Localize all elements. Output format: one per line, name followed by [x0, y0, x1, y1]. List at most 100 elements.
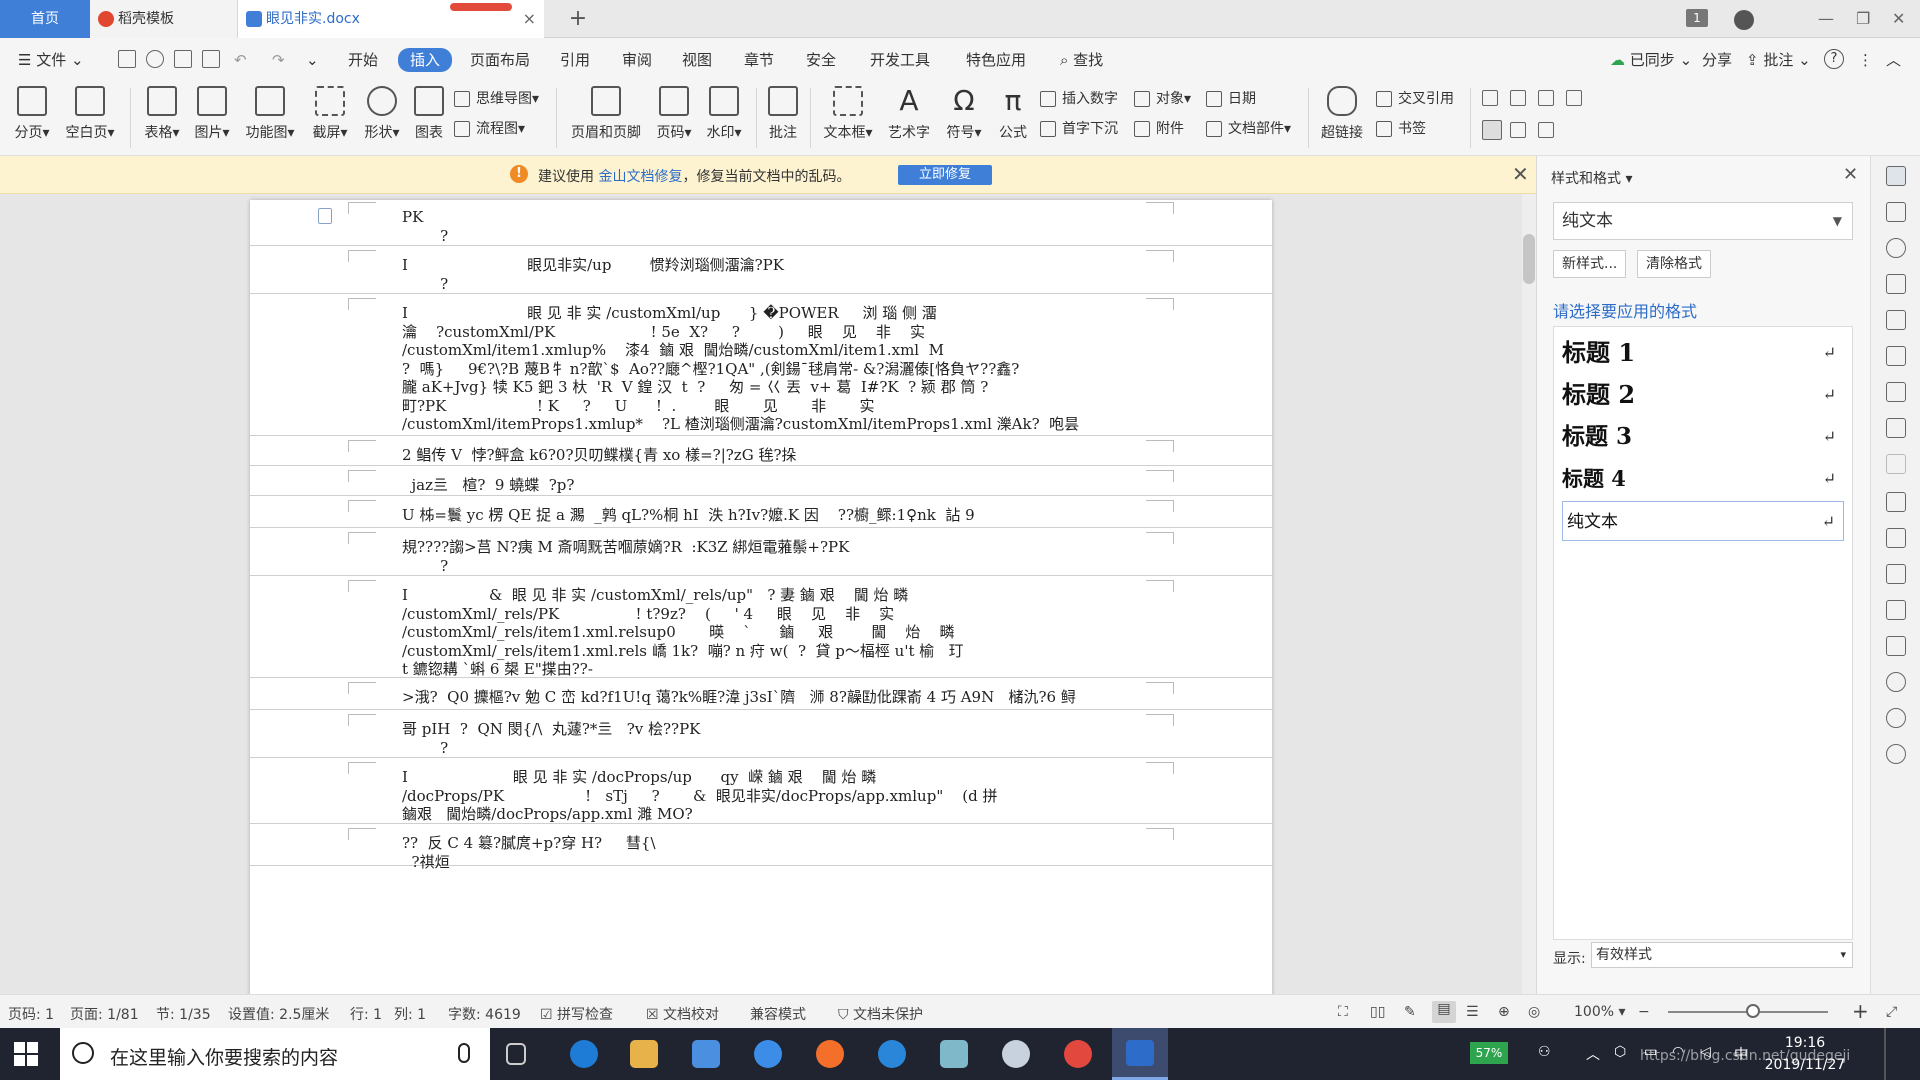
new-tab-button[interactable]: + [560, 0, 596, 38]
gallery-icon-6[interactable] [1510, 122, 1526, 138]
picture-button[interactable]: 图片▾ [192, 86, 232, 142]
zoom-out-button[interactable]: − [1638, 1004, 1650, 1020]
help-circle-icon[interactable] [1886, 744, 1906, 764]
flowchart-button[interactable]: 流程图▾ [454, 118, 525, 140]
protect-button[interactable]: ⛉ 文档未保护 [838, 1004, 923, 1024]
status-row[interactable]: 行: 1 [350, 1004, 382, 1024]
new-style-button[interactable]: 新样式... [1553, 250, 1627, 278]
date-button[interactable]: 日期 [1206, 88, 1256, 110]
format-painter-icon[interactable] [146, 50, 164, 68]
formula-button[interactable]: π 公式 [996, 86, 1030, 142]
show-desktop-button[interactable] [1884, 1028, 1886, 1080]
vertical-scrollbar[interactable] [1522, 194, 1536, 994]
taskbar-search-box[interactable]: 在这里输入你要搜索的内容 [60, 1028, 490, 1080]
text-block[interactable]: U 柹=鬟 yc 楞 QE 捉 a 瀃 _鹑 qL?%桐 hI 泆 h?Iv?嬤… [250, 498, 1272, 528]
fill-icon[interactable] [1886, 310, 1906, 330]
restore-icon[interactable]: ❐ [1856, 0, 1870, 38]
dropcap-button[interactable]: 首字下沉 [1040, 118, 1118, 140]
history-icon[interactable] [1886, 708, 1906, 728]
text-block[interactable]: I 眼见非实/up 惯羚浏瑙侧澑瀹?PK ? [250, 248, 1272, 294]
chrome-icon[interactable] [1064, 1040, 1092, 1068]
select-cursor-icon[interactable] [1886, 202, 1906, 222]
cross-ref-button[interactable]: 交叉引用 [1376, 88, 1454, 110]
menu-security[interactable]: 安全 [806, 49, 836, 71]
export-icon[interactable] [1886, 528, 1906, 548]
print-icon[interactable] [174, 50, 192, 68]
menu-review[interactable]: 审阅 [622, 49, 652, 71]
kdocs-repair-link[interactable]: 金山文档修复 [598, 169, 682, 185]
close-panel-icon[interactable]: ✕ [1843, 164, 1858, 185]
table-button[interactable]: 表格▾ [142, 86, 182, 142]
page-view-icon[interactable]: ▤ [1432, 1001, 1456, 1023]
text-block[interactable]: I 眼 见 非 实 /docProps/up qy 嵘 鏀 艰 閫 炲 疄/do… [250, 760, 1272, 824]
text-block[interactable]: I & 眼 见 非 实 /customXml/_rels/up" ? 妻 鏀 艰… [250, 578, 1272, 678]
find-button[interactable]: ⌕ 查找 [1060, 49, 1103, 71]
panel-title[interactable]: 样式和格式 ▾ [1551, 168, 1632, 188]
text-block[interactable]: ?? 反 C 4 簒?膩庹+p?穿 H? 彗{\ ?祺烜 [250, 826, 1272, 871]
avatar-app-icon[interactable] [1002, 1040, 1030, 1068]
windows-start-icon[interactable] [14, 1042, 38, 1066]
file-menu[interactable]: ☰ 文件 ⌄ [18, 49, 84, 71]
menu-view[interactable]: 视图 [682, 49, 712, 71]
window-count-badge[interactable]: 1 [1686, 9, 1708, 27]
menu-start[interactable]: 开始 [348, 49, 378, 71]
page-number-button[interactable]: 页码▾ [654, 86, 694, 142]
status-col[interactable]: 列: 1 [394, 1004, 426, 1024]
function-chart-button[interactable]: 功能图▾ [244, 86, 296, 142]
apps-icon[interactable] [1886, 382, 1906, 402]
edit-mode-icon[interactable]: ✎ [1404, 1004, 1416, 1020]
edge-icon[interactable] [570, 1040, 598, 1068]
status-page-number[interactable]: 页码: 1 [8, 1004, 54, 1024]
current-style-select[interactable]: 纯文本 ▼ [1553, 202, 1853, 240]
gallery-icon-3[interactable] [1538, 90, 1554, 106]
minimize-icon[interactable]: — [1818, 0, 1834, 38]
scrollbar-thumb[interactable] [1523, 234, 1535, 284]
object-button[interactable]: 对象▾ [1134, 88, 1191, 110]
header-footer-button[interactable]: 页眉和页脚 [566, 86, 646, 142]
tray-chevron-icon[interactable]: ︿ [1586, 1044, 1600, 1064]
undo-icon[interactable]: ↶ [234, 49, 247, 71]
gallery-icon-2[interactable] [1510, 90, 1526, 106]
style-pen-icon[interactable] [1886, 166, 1906, 186]
menu-insert[interactable]: 插入 [398, 48, 453, 72]
menu-chapter[interactable]: 章节 [744, 49, 774, 71]
proofread-button[interactable]: ☒ 文档校对 [646, 1004, 719, 1024]
fullscreen-icon[interactable]: ⛶ [1338, 1004, 1348, 1020]
more-icon[interactable]: ⋮ [1858, 49, 1873, 71]
hyperlink-button[interactable]: 超链接 [1318, 86, 1366, 142]
text-block[interactable]: PK ? [250, 200, 1272, 246]
clock-app-icon[interactable] [754, 1040, 782, 1068]
microphone-icon[interactable] [458, 1043, 470, 1063]
firefox-icon[interactable] [816, 1040, 844, 1068]
insert-number-button[interactable]: 插入数字 [1040, 88, 1118, 110]
translate-icon[interactable] [1886, 564, 1906, 584]
menu-page-layout[interactable]: 页面布局 [470, 49, 530, 71]
mindmap-button[interactable]: 思维导图▾ [454, 88, 539, 110]
web-view-icon[interactable]: ⊕ [1498, 1004, 1510, 1020]
clear-format-button[interactable]: 清除格式 [1637, 250, 1711, 278]
spell-check-button[interactable]: ☑ 拼写检查 [540, 1004, 613, 1024]
close-tab-icon[interactable]: × [523, 0, 536, 38]
outline-view-icon[interactable]: ☰ [1466, 1004, 1479, 1020]
menu-features[interactable]: 特色应用 [966, 49, 1026, 71]
status-setting[interactable]: 设置值: 2.5厘米 [228, 1004, 329, 1024]
attachment-button[interactable]: 附件 [1134, 118, 1184, 140]
comment-menu-button[interactable]: ⇪ 批注 ⌄ [1746, 49, 1811, 71]
location-icon[interactable] [1886, 238, 1906, 258]
gallery-icon-4[interactable] [1566, 90, 1582, 106]
tab-home[interactable]: 首页 [0, 0, 90, 38]
gallery-icon-5[interactable] [1482, 120, 1502, 140]
page-break-button[interactable]: 分页▾ [12, 86, 52, 142]
style-heading-1[interactable]: 标题 1 ↵ [1562, 333, 1844, 373]
style-plain-text[interactable]: 纯文本 ↵ [1562, 501, 1844, 541]
battery-indicator[interactable]: 57% [1470, 1042, 1508, 1064]
style-heading-4[interactable]: 标题 4 ↵ [1562, 459, 1844, 499]
gallery-icon-7[interactable] [1538, 122, 1554, 138]
menu-reference[interactable]: 引用 [560, 49, 590, 71]
zoom-level[interactable]: 100% ▾ [1574, 1004, 1626, 1020]
wordart-button[interactable]: A 艺术字 [886, 86, 932, 142]
help-icon[interactable]: ? [1824, 49, 1844, 69]
menu-developer[interactable]: 开发工具 [870, 49, 930, 71]
bluetooth-icon[interactable]: ⬡ [1614, 1044, 1626, 1060]
bar-chart-icon[interactable] [1886, 418, 1906, 438]
